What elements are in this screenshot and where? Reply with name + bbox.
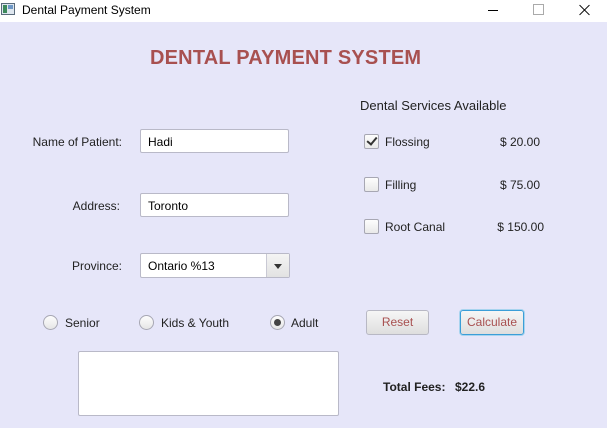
province-label: Province:	[71, 259, 122, 273]
total-fees-label: Total Fees:	[383, 380, 446, 394]
flossing-checkbox[interactable]	[364, 134, 379, 149]
flossing-label: Flossing	[385, 135, 430, 149]
close-icon[interactable]	[561, 0, 607, 22]
output-textarea[interactable]	[78, 351, 339, 416]
window-titlebar: Dental Payment System	[0, 0, 607, 22]
kids-youth-radio[interactable]	[139, 315, 154, 330]
maximize-icon[interactable]	[515, 0, 561, 22]
adult-radio[interactable]	[270, 315, 285, 330]
address-field[interactable]: Toronto	[140, 193, 289, 217]
senior-label: Senior	[65, 316, 100, 330]
app-icon	[1, 3, 15, 15]
filling-label: Filling	[385, 178, 417, 192]
province-select[interactable]: Ontario %13	[140, 253, 290, 278]
total-fees-value: $22.6	[455, 380, 486, 394]
services-header: Dental Services Available	[360, 98, 507, 113]
address-label: Address:	[72, 199, 120, 213]
adult-label: Adult	[291, 316, 319, 330]
calculate-button[interactable]: Calculate	[460, 310, 524, 335]
chevron-down-icon[interactable]	[266, 254, 289, 277]
page-title: DENTAL PAYMENT SYSTEM	[150, 47, 422, 69]
patient-name-label: Name of Patient:	[32, 135, 122, 149]
flossing-price: $ 20.00	[499, 135, 540, 149]
root-canal-label: Root Canal	[385, 220, 446, 234]
minimize-icon[interactable]	[470, 0, 516, 22]
root-canal-checkbox[interactable]	[364, 219, 379, 234]
window-title: Dental Payment System	[22, 3, 151, 17]
filling-price: $ 75.00	[499, 178, 540, 192]
senior-radio[interactable]	[43, 315, 58, 330]
root-canal-price: $ 150.00	[497, 220, 544, 234]
province-value: Ontario %13	[148, 259, 215, 273]
patient-name-field[interactable]: Hadi	[140, 129, 289, 153]
reset-button[interactable]: Reset	[366, 310, 429, 335]
filling-checkbox[interactable]	[364, 177, 379, 192]
kids-youth-label: Kids & Youth	[161, 316, 230, 330]
